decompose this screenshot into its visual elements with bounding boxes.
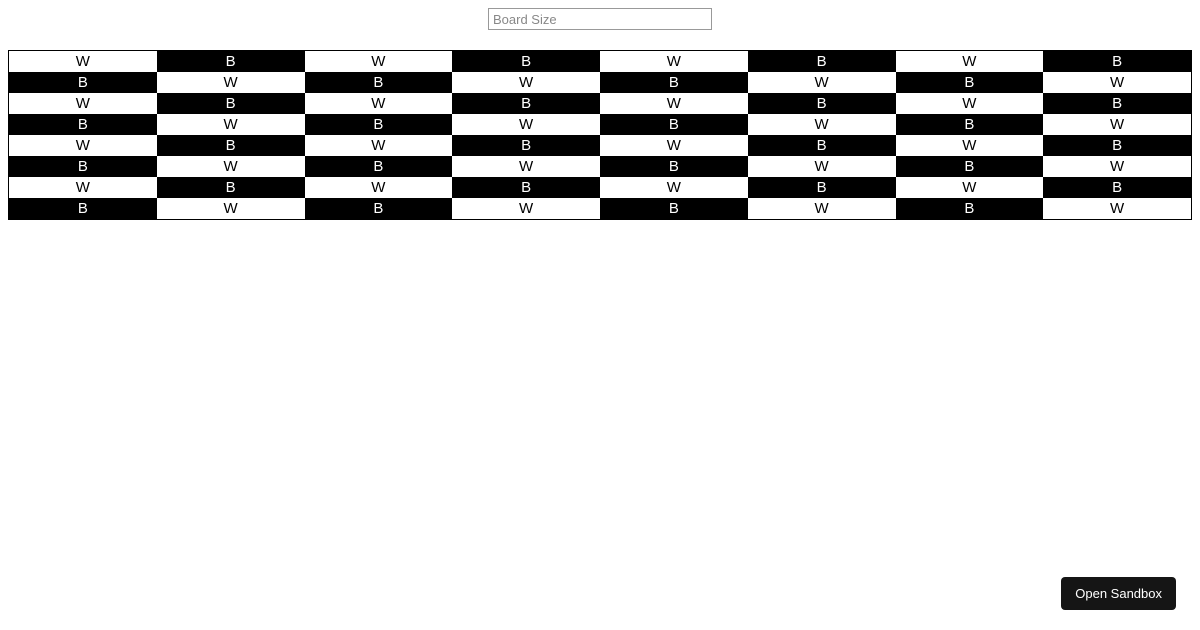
board-row: BWBWBWBW xyxy=(9,72,1191,93)
checkerboard: WBWBWBWBBWBWBWBWWBWBWBWBBWBWBWBWWBWBWBWB… xyxy=(8,50,1192,220)
board-cell: B xyxy=(1043,177,1191,198)
board-cell: B xyxy=(157,93,305,114)
board-cell: B xyxy=(9,72,157,93)
board-cell: W xyxy=(452,198,600,219)
board-cell: B xyxy=(452,177,600,198)
board-cell: W xyxy=(9,93,157,114)
board-cell: B xyxy=(748,177,896,198)
board-cell: B xyxy=(305,72,453,93)
board-cell: W xyxy=(748,114,896,135)
board-cell: W xyxy=(896,177,1044,198)
board-cell: W xyxy=(9,135,157,156)
board-size-input[interactable] xyxy=(488,8,712,30)
board-cell: B xyxy=(748,51,896,72)
board-cell: W xyxy=(1043,72,1191,93)
board-cell: W xyxy=(1043,198,1191,219)
board-cell: W xyxy=(748,198,896,219)
board-cell: B xyxy=(305,198,453,219)
board-cell: W xyxy=(600,177,748,198)
board-cell: W xyxy=(157,114,305,135)
board-cell: B xyxy=(452,93,600,114)
board-cell: W xyxy=(305,135,453,156)
board-cell: B xyxy=(157,135,305,156)
board-cell: B xyxy=(9,114,157,135)
board-cell: W xyxy=(157,72,305,93)
board-cell: W xyxy=(305,177,453,198)
board-cell: B xyxy=(305,114,453,135)
board-cell: B xyxy=(896,72,1044,93)
board-row: WBWBWBWB xyxy=(9,51,1191,72)
board-cell: W xyxy=(452,72,600,93)
board-cell: W xyxy=(896,93,1044,114)
board-cell: B xyxy=(1043,51,1191,72)
board-cell: B xyxy=(9,156,157,177)
board-cell: B xyxy=(157,51,305,72)
board-cell: B xyxy=(9,198,157,219)
board-cell: W xyxy=(1043,156,1191,177)
board-cell: B xyxy=(896,198,1044,219)
board-row: WBWBWBWB xyxy=(9,177,1191,198)
board-cell: W xyxy=(157,198,305,219)
board-cell: W xyxy=(600,51,748,72)
board-row: BWBWBWBW xyxy=(9,198,1191,219)
board-cell: W xyxy=(305,51,453,72)
board-cell: W xyxy=(600,93,748,114)
board-cell: B xyxy=(896,114,1044,135)
board-row: BWBWBWBW xyxy=(9,114,1191,135)
board-cell: B xyxy=(452,51,600,72)
board-row: WBWBWBWB xyxy=(9,135,1191,156)
board-cell: B xyxy=(305,156,453,177)
board-cell: W xyxy=(157,156,305,177)
board-cell: W xyxy=(600,135,748,156)
board-row: BWBWBWBW xyxy=(9,156,1191,177)
board-cell: B xyxy=(600,156,748,177)
board-cell: W xyxy=(9,177,157,198)
board-cell: B xyxy=(157,177,305,198)
board-cell: B xyxy=(748,93,896,114)
board-cell: W xyxy=(452,114,600,135)
board-cell: B xyxy=(600,114,748,135)
board-cell: W xyxy=(896,51,1044,72)
board-cell: B xyxy=(452,135,600,156)
board-cell: W xyxy=(9,51,157,72)
input-container xyxy=(0,0,1200,38)
board-row: WBWBWBWB xyxy=(9,93,1191,114)
board-cell: W xyxy=(748,72,896,93)
board-cell: W xyxy=(748,156,896,177)
board-cell: B xyxy=(748,135,896,156)
board-cell: B xyxy=(600,198,748,219)
board-cell: B xyxy=(896,156,1044,177)
board-cell: B xyxy=(1043,93,1191,114)
board-cell: W xyxy=(1043,114,1191,135)
board-cell: W xyxy=(452,156,600,177)
open-sandbox-button[interactable]: Open Sandbox xyxy=(1061,577,1176,610)
board-cell: W xyxy=(305,93,453,114)
board-cell: B xyxy=(1043,135,1191,156)
board-cell: W xyxy=(896,135,1044,156)
board-cell: B xyxy=(600,72,748,93)
